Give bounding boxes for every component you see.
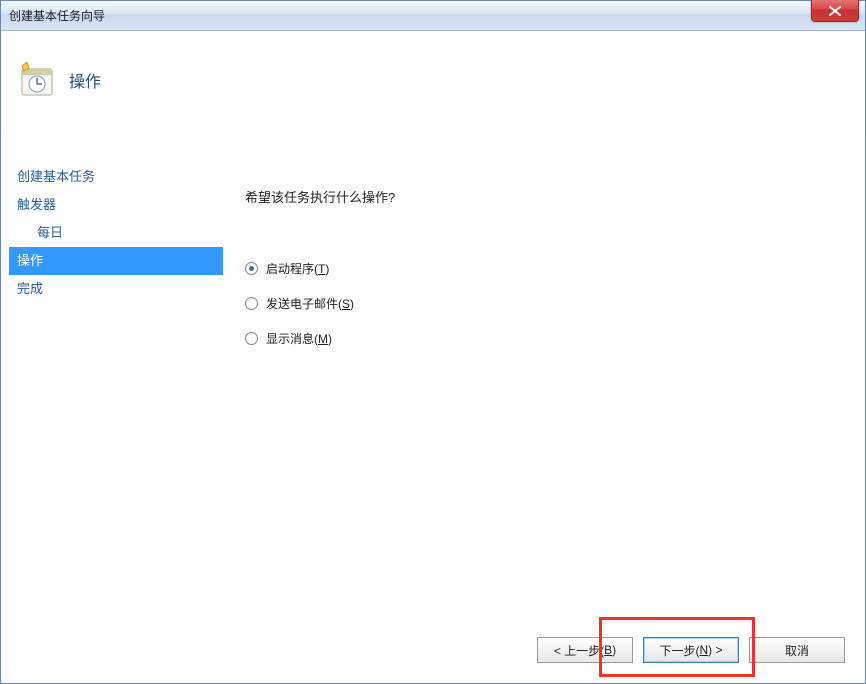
radio-icon: [245, 297, 258, 310]
radio-send-email[interactable]: 发送电子邮件(S): [245, 295, 849, 312]
close-button[interactable]: [811, 0, 859, 22]
radio-label: 显示消息(M): [266, 330, 332, 347]
button-row: < 上一步(B) 下一步(N) > 取消: [537, 637, 845, 663]
wizard-body: 操作 创建基本任务 触发器 每日 操作 完成 希望该任务执行什么操作? 启动程序…: [1, 31, 865, 683]
radio-start-program[interactable]: 启动程序(T): [245, 260, 849, 277]
sidebar-item-create-basic-task[interactable]: 创建基本任务: [9, 163, 223, 191]
next-button[interactable]: 下一步(N) >: [643, 637, 739, 663]
sidebar-item-trigger[interactable]: 触发器: [9, 191, 223, 219]
sidebar-item-finish[interactable]: 完成: [9, 275, 223, 303]
radio-label: 发送电子邮件(S): [266, 295, 354, 312]
sidebar-item-action[interactable]: 操作: [9, 247, 223, 275]
back-button[interactable]: < 上一步(B): [537, 637, 633, 663]
question-label: 希望该任务执行什么操作?: [245, 187, 849, 206]
cancel-button[interactable]: 取消: [749, 637, 845, 663]
sidebar-item-daily[interactable]: 每日: [9, 219, 223, 247]
close-icon: [829, 6, 841, 16]
radio-icon: [245, 332, 258, 345]
content-area: 希望该任务执行什么操作? 启动程序(T) 发送电子邮件(S) 显示消息(M): [245, 187, 849, 365]
radio-display-message[interactable]: 显示消息(M): [245, 330, 849, 347]
sidebar: 创建基本任务 触发器 每日 操作 完成: [9, 163, 223, 303]
window-title: 创建基本任务向导: [9, 7, 105, 24]
wizard-window: 创建基本任务向导 操作 创建基本任务 触发器 每日 操作: [0, 0, 866, 684]
titlebar: 创建基本任务向导: [1, 1, 865, 31]
scheduler-icon: [19, 62, 55, 98]
page-title: 操作: [69, 68, 101, 92]
radio-label: 启动程序(T): [266, 260, 329, 277]
wizard-header: 操作: [1, 31, 865, 129]
radio-icon: [245, 262, 258, 275]
